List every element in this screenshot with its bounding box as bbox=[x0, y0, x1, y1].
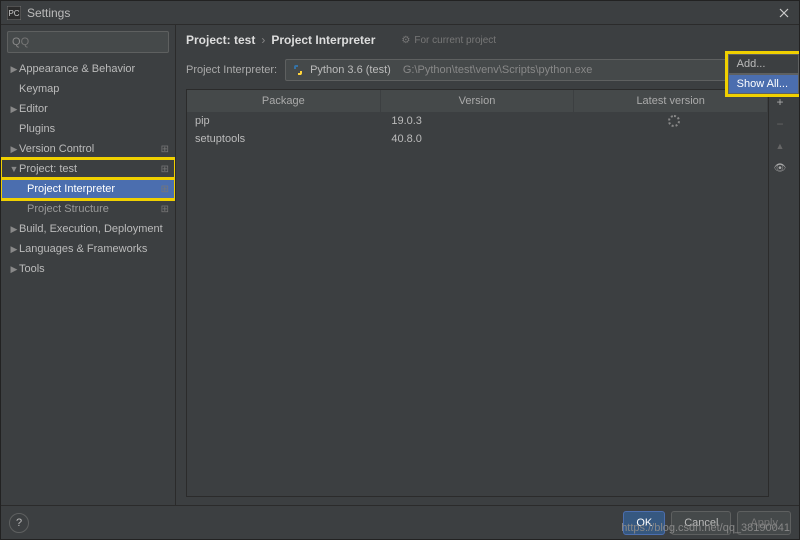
package-version: 40.8.0 bbox=[383, 130, 579, 148]
package-version: 19.0.3 bbox=[383, 112, 579, 130]
sidebar-item-label: Plugins bbox=[19, 123, 55, 135]
sidebar-item-tools[interactable]: ▶Tools bbox=[1, 259, 175, 279]
dropdown-item-show-all-[interactable]: Show All... bbox=[728, 74, 799, 94]
sidebar-item-project-test[interactable]: ▼Project: test ⊞ bbox=[1, 159, 175, 179]
sidebar-item-appearance-behavior[interactable]: ▶Appearance & Behavior bbox=[1, 59, 175, 79]
app-icon: PC bbox=[7, 6, 21, 20]
breadcrumb-current: Project Interpreter bbox=[271, 33, 375, 47]
sidebar-item-label: Project Interpreter bbox=[27, 183, 115, 195]
sidebar-item-build-execution-deployment[interactable]: ▶Build, Execution, Deployment bbox=[1, 219, 175, 239]
packages-table: PackageVersionLatest version pip19.0.3se… bbox=[186, 89, 769, 497]
gear-icon: ⊞ bbox=[161, 144, 169, 155]
breadcrumb-root: Project: test bbox=[186, 33, 255, 47]
upgrade-package-button[interactable]: ▲ bbox=[771, 137, 789, 155]
column-header[interactable]: Version bbox=[381, 90, 575, 112]
chevron-icon: ▶ bbox=[9, 264, 19, 275]
sidebar-item-label: Version Control bbox=[19, 143, 94, 155]
sidebar-item-label: Tools bbox=[19, 263, 45, 275]
interpreter-dropdown[interactable]: Python 3.6 (test) G:\Python\test\venv\Sc… bbox=[285, 59, 789, 81]
gear-icon: ⊞ bbox=[161, 204, 169, 215]
python-icon bbox=[292, 64, 304, 76]
loading-icon bbox=[668, 115, 680, 127]
gear-icon: ⊞ bbox=[161, 184, 169, 195]
package-name: pip bbox=[187, 112, 383, 130]
search-icon: Q bbox=[12, 36, 21, 48]
interpreter-dropdown-menu: Add...Show All... bbox=[728, 54, 799, 94]
table-row[interactable]: setuptools40.8.0 bbox=[187, 130, 768, 148]
interpreter-label: Project Interpreter: bbox=[186, 64, 277, 76]
breadcrumb: Project: test › Project Interpreter ⚙ Fo… bbox=[176, 25, 799, 55]
add-package-button[interactable]: + bbox=[771, 93, 789, 111]
svg-text:PC: PC bbox=[8, 9, 19, 18]
search-input[interactable]: Q bbox=[7, 31, 169, 53]
chevron-icon: ▶ bbox=[9, 104, 19, 115]
window-title: Settings bbox=[27, 6, 70, 20]
gear-icon: ⊞ bbox=[161, 164, 169, 175]
package-latest bbox=[580, 130, 768, 148]
chevron-icon: ▼ bbox=[9, 164, 19, 174]
show-early-releases-button[interactable]: 👁 bbox=[771, 159, 789, 177]
column-header[interactable]: Package bbox=[187, 90, 381, 112]
watermark: https://blog.csdn.net/qq_38190041 bbox=[621, 522, 790, 534]
interpreter-path: G:\Python\test\venv\Scripts\python.exe bbox=[403, 64, 593, 76]
titlebar: PC Settings bbox=[1, 1, 799, 25]
sidebar-item-plugins[interactable]: Plugins bbox=[1, 119, 175, 139]
sidebar-item-editor[interactable]: ▶Editor bbox=[1, 99, 175, 119]
sidebar: Q ▶Appearance & BehaviorKeymap▶EditorPlu… bbox=[1, 25, 176, 505]
gear-icon: ⚙ bbox=[401, 35, 410, 46]
sidebar-item-label: Project Structure bbox=[27, 203, 109, 215]
sidebar-item-label: Languages & Frameworks bbox=[19, 243, 147, 255]
interpreter-name: Python 3.6 (test) bbox=[310, 64, 391, 76]
sidebar-item-label: Build, Execution, Deployment bbox=[19, 223, 163, 235]
chevron-icon: ▶ bbox=[9, 224, 19, 235]
sidebar-item-label: Appearance & Behavior bbox=[19, 63, 135, 75]
package-latest bbox=[580, 112, 768, 130]
sidebar-item-project-interpreter[interactable]: Project Interpreter ⊞ bbox=[1, 179, 175, 199]
chevron-icon: ▶ bbox=[9, 144, 19, 155]
breadcrumb-hint: ⚙ For current project bbox=[401, 35, 496, 46]
chevron-right-icon: › bbox=[261, 33, 265, 47]
sidebar-item-label: Project: test bbox=[19, 163, 77, 175]
chevron-icon: ▶ bbox=[9, 244, 19, 255]
sidebar-item-label: Editor bbox=[19, 103, 48, 115]
package-name: setuptools bbox=[187, 130, 383, 148]
dropdown-item-add-[interactable]: Add... bbox=[728, 54, 799, 74]
sidebar-item-keymap[interactable]: Keymap bbox=[1, 79, 175, 99]
sidebar-item-project-structure[interactable]: Project Structure ⊞ bbox=[1, 199, 175, 219]
table-row[interactable]: pip19.0.3 bbox=[187, 112, 768, 130]
chevron-icon: ▶ bbox=[9, 64, 19, 75]
help-button[interactable]: ? bbox=[9, 513, 29, 533]
remove-package-button[interactable]: − bbox=[771, 115, 789, 133]
sidebar-item-languages-frameworks[interactable]: ▶Languages & Frameworks bbox=[1, 239, 175, 259]
sidebar-item-label: Keymap bbox=[19, 83, 59, 95]
sidebar-item-version-control[interactable]: ▶Version Control ⊞ bbox=[1, 139, 175, 159]
close-button[interactable] bbox=[769, 1, 799, 25]
